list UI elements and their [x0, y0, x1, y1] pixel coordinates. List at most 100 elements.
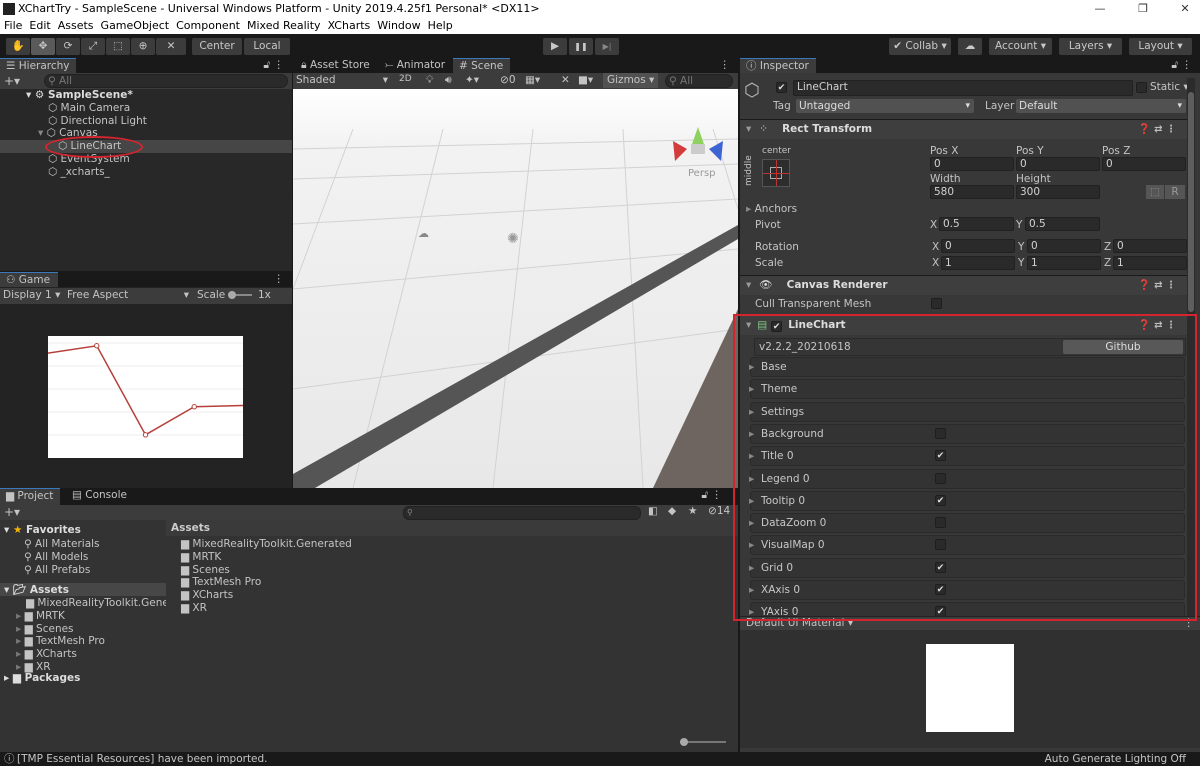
packages-root[interactable]: ▸ ▆ Packages	[4, 672, 80, 684]
hand-tool-icon[interactable]: ✋	[6, 38, 30, 55]
more-icon[interactable]: ⋮	[274, 273, 285, 285]
grid-icon[interactable]: ▦▾	[525, 74, 540, 86]
tab-hierarchy[interactable]: ☰ Hierarchy	[0, 58, 76, 73]
minimize-button[interactable]: —	[1085, 0, 1115, 18]
create-button[interactable]: +▾	[4, 505, 20, 519]
audio-toggle-icon[interactable]: 🔊︎	[445, 74, 452, 87]
move-tool-icon[interactable]: ✥	[31, 38, 55, 55]
layout-dropdown[interactable]: Layout ▾	[1129, 38, 1192, 55]
hierarchy-item[interactable]: ⬡ Main Camera	[0, 102, 292, 115]
assets-root[interactable]: ▾ 📂︎ Assets	[0, 583, 166, 596]
folder-item[interactable]: ▆ MixedRealityToolkit.Generated	[181, 538, 352, 550]
scale-tool-icon[interactable]: ⤢	[81, 38, 105, 55]
rotation-z-field[interactable]: 0	[1113, 239, 1187, 253]
hierarchy-item[interactable]: ▾ ⬡ Canvas	[0, 127, 292, 140]
menu-gameobject[interactable]: GameObject	[101, 18, 170, 34]
lock-icon[interactable]: 🔓︎ ⋮	[701, 489, 722, 502]
pivot-local-button[interactable]: Local	[244, 38, 290, 55]
menu-xcharts[interactable]: XCharts	[328, 18, 371, 34]
scale-y-field[interactable]: 1	[1027, 256, 1101, 270]
status-message[interactable]: [TMP Essential Resources] have been impo…	[17, 752, 268, 766]
layers-dropdown[interactable]: Layers ▾	[1059, 38, 1122, 55]
account-dropdown[interactable]: Account ▾	[989, 38, 1052, 55]
menu-help[interactable]: Help	[428, 18, 453, 34]
icon-size-slider[interactable]	[680, 741, 726, 743]
lock-icon[interactable]: 🔓︎ ⋮	[1171, 59, 1192, 72]
step-button[interactable]: ▶|	[595, 38, 619, 55]
hierarchy-search[interactable]: ⚲ All	[44, 74, 288, 88]
favorite-item[interactable]: ⚲ All Materials	[24, 538, 100, 550]
more-icon[interactable]: ⋮	[720, 59, 731, 71]
rotate-tool-icon[interactable]: ⟳	[56, 38, 80, 55]
pos-y-field[interactable]: 0	[1016, 157, 1100, 171]
project-search[interactable]: ⚲	[403, 506, 641, 520]
menu-window[interactable]: Window	[377, 18, 420, 34]
display-dropdown[interactable]: Display 1 ▾	[3, 289, 60, 301]
asset-tree-item[interactable]: ▸ ▆ Scenes	[16, 623, 166, 635]
tag-dropdown[interactable]: Untagged	[796, 99, 974, 113]
maximize-button[interactable]: ❐	[1128, 0, 1158, 18]
static-dropdown[interactable]: Static ▾	[1150, 81, 1189, 93]
tab-inspector[interactable]: ⓘ Inspector	[740, 58, 816, 73]
object-name-field[interactable]: LineChart	[793, 80, 1133, 96]
scene-root[interactable]: ▾ ⚙ SampleScene*	[26, 89, 133, 102]
asset-tree-item[interactable]: ▸ ▆ XCharts	[16, 648, 166, 660]
static-checkbox[interactable]	[1136, 82, 1147, 93]
scale-slider[interactable]	[228, 294, 252, 296]
filter-label-icon[interactable]: ◆	[668, 505, 676, 517]
rect-transform-header[interactable]: ▾⁘Rect Transform❓ ⇄ ⋮	[740, 119, 1190, 139]
hierarchy-item[interactable]: ⬡ LineChart	[0, 140, 292, 153]
hierarchy-item[interactable]: ⬡ EventSystem	[0, 153, 292, 166]
anchors-foldout[interactable]: ▸ Anchors	[746, 203, 797, 215]
tab-scene[interactable]: # Scene	[453, 58, 510, 73]
layer-dropdown[interactable]: Default	[1016, 99, 1186, 113]
lock-icon[interactable]: 🔓︎ ⋮	[263, 59, 284, 72]
custom-tool-icon[interactable]: ✕	[156, 38, 186, 55]
component-menu-icons[interactable]: ❓ ⇄ ⋮	[1138, 120, 1176, 139]
effects-icon[interactable]: ✦▾	[465, 74, 479, 86]
asset-tree-item[interactable]: ▸ ▆ TextMesh Pro	[16, 635, 166, 647]
pause-button[interactable]: ❚❚	[569, 38, 593, 55]
asset-tree-item[interactable]: ▸ ▆ MRTK	[16, 610, 166, 622]
favorites-header[interactable]: ▾ ★ Favorites	[4, 524, 81, 536]
scale-x-field[interactable]: 1	[941, 256, 1015, 270]
menu-assets[interactable]: Assets	[58, 18, 94, 34]
aspect-dropdown[interactable]: Free Aspect▾	[67, 289, 189, 301]
menu-file[interactable]: File	[4, 18, 22, 34]
tools-icon[interactable]: ✕	[561, 74, 570, 86]
rotation-y-field[interactable]: 0	[1027, 239, 1101, 253]
rect-tool-icon[interactable]: ⬚	[106, 38, 130, 55]
camera-icon[interactable]: ■▾	[578, 74, 593, 86]
2d-toggle[interactable]: 2D	[399, 74, 412, 84]
collab-button[interactable]: ✔ Collab ▾	[889, 38, 951, 55]
favorite-item[interactable]: ⚲ All Prefabs	[24, 564, 90, 576]
canvas-renderer-header[interactable]: ▾👁︎Canvas Renderer❓ ⇄ ⋮	[740, 275, 1190, 295]
scene-view[interactable]: ☁ ✺ Persp	[293, 89, 738, 488]
gizmos-dropdown[interactable]: Gizmos ▾	[603, 73, 658, 88]
add-button[interactable]: +▾	[4, 74, 20, 88]
hidden-objects-toggle[interactable]: ⊘0	[500, 74, 516, 86]
transform-tool-icon[interactable]: ⊕	[131, 38, 155, 55]
anchor-preset-button[interactable]	[762, 159, 790, 187]
favorite-item[interactable]: ⚲ All Models	[24, 551, 88, 563]
hierarchy-item[interactable]: ⬡ Directional Light	[0, 115, 292, 128]
folder-item[interactable]: ▆ XCharts	[181, 589, 233, 601]
scene-search[interactable]: ⚲ All	[665, 74, 733, 88]
tab-asset-store[interactable]: 🔒︎ Asset Store	[295, 58, 376, 73]
favorite-star-icon[interactable]: ★	[688, 505, 697, 517]
rotation-x-field[interactable]: 0	[941, 239, 1015, 253]
tab-console[interactable]: ▤ Console	[66, 488, 133, 503]
raw-edit-button[interactable]: R	[1165, 185, 1185, 199]
width-field[interactable]: 580	[930, 185, 1014, 199]
tab-animator[interactable]: ⤚ Animator	[379, 58, 451, 73]
menu-edit[interactable]: Edit	[29, 18, 50, 34]
hidden-packages-toggle[interactable]: ⊘14	[708, 505, 730, 517]
pos-x-field[interactable]: 0	[930, 157, 1014, 171]
pos-z-field[interactable]: 0	[1102, 157, 1186, 171]
active-checkbox[interactable]: ✔	[776, 82, 787, 93]
folder-item[interactable]: ▆ Scenes	[181, 564, 230, 576]
blueprint-mode-button[interactable]: ⬚	[1146, 185, 1164, 199]
hierarchy-item[interactable]: ⬡ _xcharts_	[0, 166, 292, 179]
filter-type-icon[interactable]: ◧	[648, 505, 658, 517]
tab-game[interactable]: ⚇ Game	[0, 272, 58, 287]
